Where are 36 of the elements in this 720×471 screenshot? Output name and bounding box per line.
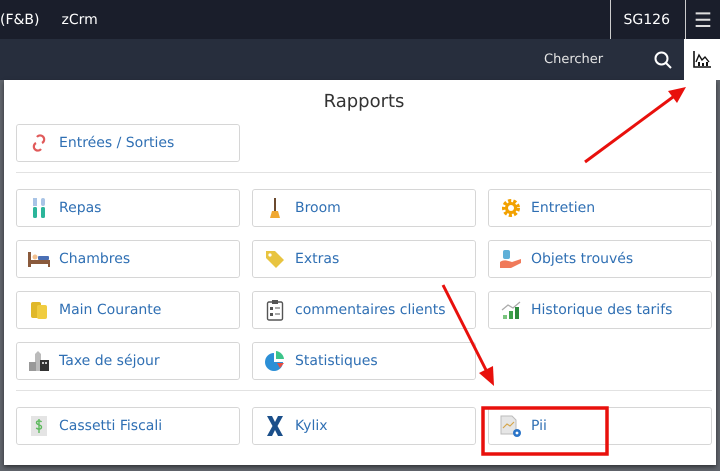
report-button[interactable]: Broom [252, 189, 476, 227]
report-button[interactable]: Extras [252, 240, 476, 278]
search-icon[interactable] [654, 50, 672, 68]
report-button[interactable]: Kylix [252, 407, 476, 445]
report-button[interactable]: Statistiques [252, 342, 476, 380]
search-field[interactable]: Chercher [544, 52, 634, 67]
report-button[interactable]: Pii [488, 407, 712, 445]
cutlery-icon [31, 197, 47, 219]
report-button[interactable]: Cassetti Fiscali [16, 407, 240, 445]
report-button[interactable]: Entretien [488, 189, 712, 227]
report-button[interactable]: Historique des tarifs [488, 291, 712, 329]
pie-chart-icon [264, 350, 286, 372]
coins-icon [30, 300, 48, 320]
panel-title: Rapports [322, 90, 406, 114]
report-button[interactable]: Objets trouvés [488, 240, 712, 278]
reports-chart-button[interactable] [684, 39, 720, 80]
tag-icon [264, 248, 286, 270]
report-button[interactable]: commentaires clients [252, 291, 476, 329]
dollar-icon [31, 416, 47, 436]
report-button[interactable]: Main Courante [16, 291, 240, 329]
report-button[interactable]: Repas [16, 189, 240, 227]
buildings-icon [28, 350, 50, 372]
x-logo-icon [266, 415, 284, 437]
line-chart-icon [693, 51, 711, 68]
hand-icon [499, 249, 523, 269]
chart-icon [500, 300, 522, 320]
app-name: zCrm [62, 12, 98, 28]
clipboard-icon [266, 299, 284, 321]
app-label: (F&B) [0, 12, 40, 28]
gear-icon [500, 197, 522, 219]
broom-icon [269, 197, 281, 219]
document-gear-icon [499, 414, 523, 438]
report-button[interactable]: Chambres [16, 240, 240, 278]
report-button[interactable]: Entrées / Sorties [16, 124, 240, 162]
report-button[interactable]: Taxe de séjour [16, 342, 240, 380]
bed-icon [27, 250, 51, 268]
